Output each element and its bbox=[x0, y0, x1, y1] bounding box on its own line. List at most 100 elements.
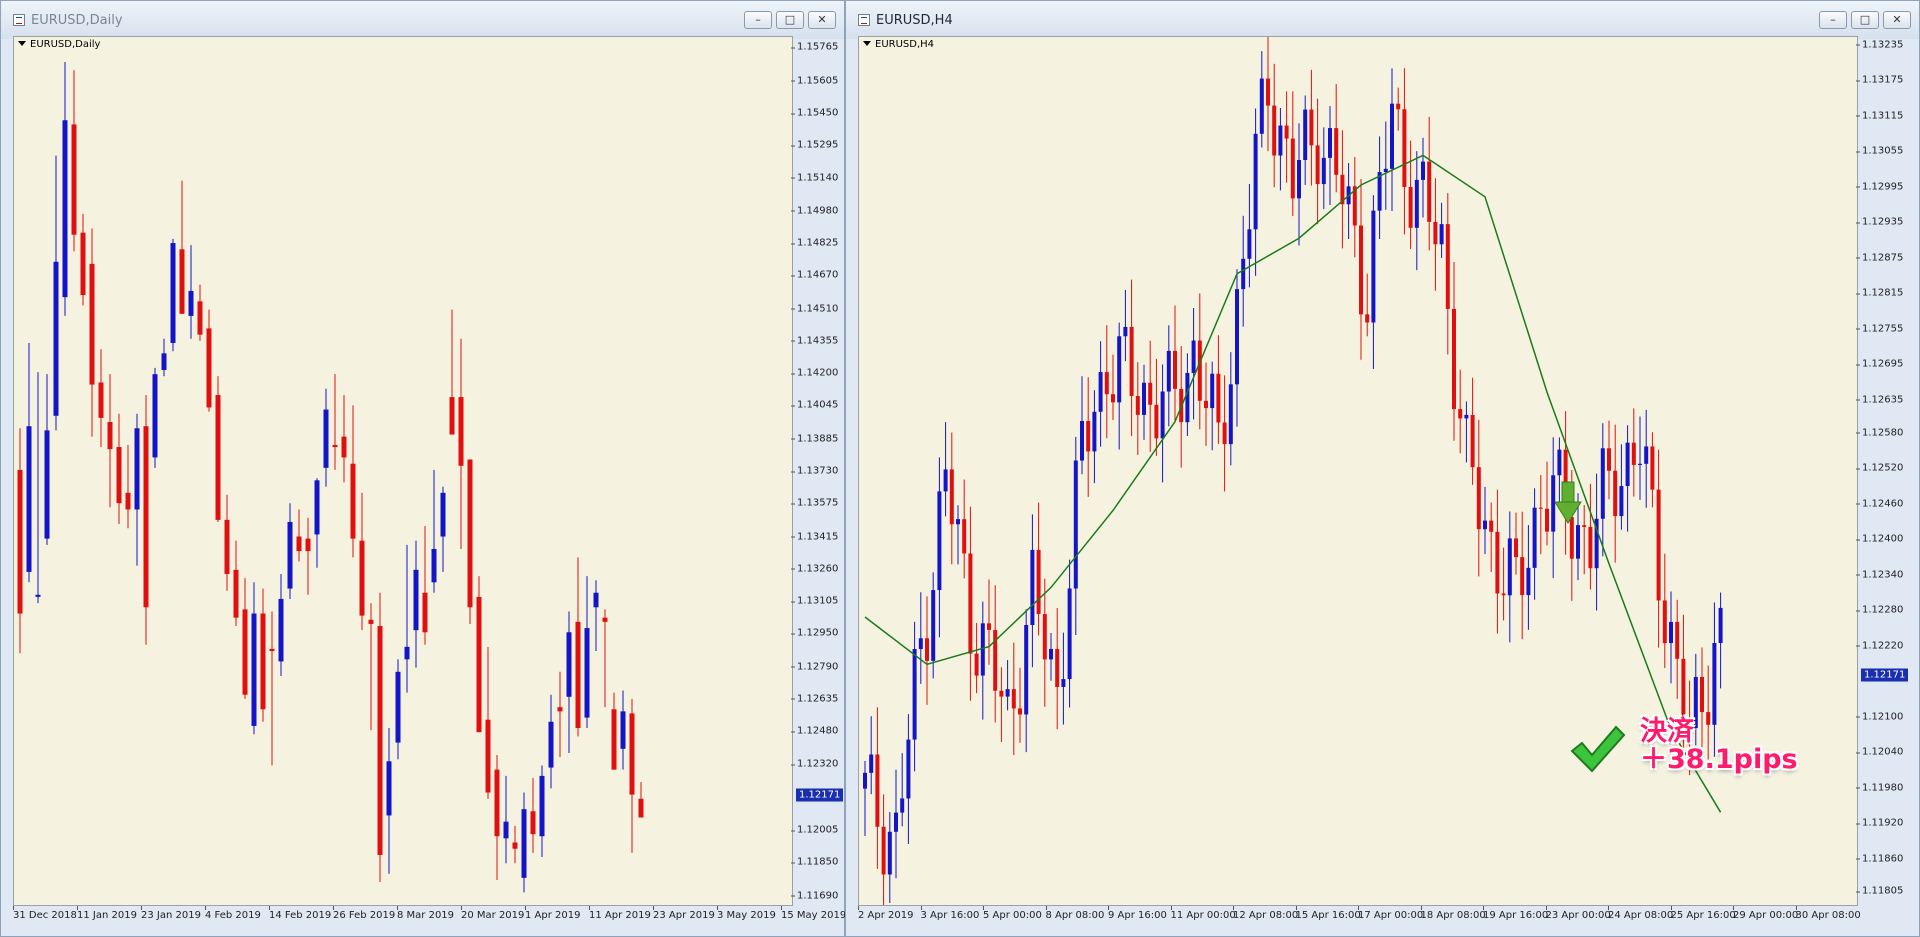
close-button[interactable]: ✕ bbox=[1883, 11, 1911, 29]
time-axis[interactable]: 31 Dec 2018 11 Jan 2019 23 Jan 2019 4 Feb 2… bbox=[13, 906, 847, 927]
time-tick: 9 Apr 16:00 bbox=[1108, 906, 1167, 921]
candle bbox=[269, 611, 275, 766]
price-tick: 1.14825 bbox=[790, 237, 839, 249]
title-bar[interactable]: EURUSD,Daily – □ ✕ bbox=[1, 1, 844, 39]
candle bbox=[197, 284, 203, 341]
time-tick: 18 Apr 08:00 bbox=[1420, 906, 1486, 921]
price-tick: 1.12950 bbox=[790, 627, 839, 639]
candle bbox=[404, 544, 410, 693]
price-axis[interactable]: 1.13235 1.13175 1.13115 1.13055 1.12995 1.129… bbox=[1855, 36, 1920, 906]
candle bbox=[1117, 322, 1122, 450]
candle bbox=[584, 576, 590, 729]
candle bbox=[1402, 68, 1407, 235]
time-tick: 30 Apr 08:00 bbox=[1795, 906, 1861, 921]
time-tick: 3 Apr 16:00 bbox=[920, 906, 980, 921]
candle bbox=[116, 413, 122, 525]
candle bbox=[1452, 262, 1456, 441]
candle bbox=[1439, 202, 1444, 258]
window-title: EURUSD,H4 bbox=[876, 13, 953, 28]
time-tick: 23 Apr 00:00 bbox=[1545, 906, 1611, 921]
price-tick: 1.11850 bbox=[790, 856, 839, 868]
candle bbox=[1290, 91, 1295, 216]
price-tick: 1.15605 bbox=[790, 75, 839, 87]
price-tick: 1.14355 bbox=[790, 335, 839, 347]
price-axis[interactable]: 1.15765 1.15605 1.15450 1.15295 1.15140 1.149… bbox=[790, 36, 845, 906]
candle bbox=[937, 457, 942, 638]
candle bbox=[1160, 364, 1165, 483]
candle bbox=[1259, 51, 1264, 148]
price-tick: 1.15450 bbox=[790, 107, 839, 119]
candle bbox=[912, 621, 917, 772]
h4-chart-plot[interactable]: EURUSD,H4 bbox=[858, 36, 1858, 906]
time-axis[interactable]: 2 Apr 2019 3 Apr 16:00 5 Apr 00:00 8 Apr 08… bbox=[858, 906, 1861, 927]
minimize-button[interactable]: – bbox=[744, 11, 772, 29]
time-tick: 2 Apr 2019 bbox=[858, 906, 914, 921]
candle bbox=[1061, 632, 1066, 725]
candle bbox=[1346, 163, 1351, 240]
minimize-button[interactable]: – bbox=[1819, 11, 1847, 29]
close-position-note: 決済 ＋38.1pips bbox=[1640, 718, 1798, 774]
price-tick: 1.12790 bbox=[790, 661, 839, 673]
candle bbox=[869, 716, 874, 795]
candle bbox=[44, 374, 50, 545]
candle bbox=[962, 479, 967, 579]
time-tick: 20 Mar 2019 bbox=[461, 906, 525, 921]
maximize-button[interactable]: □ bbox=[1851, 11, 1879, 29]
time-tick: 15 May 2019 bbox=[781, 906, 847, 921]
candle bbox=[242, 578, 248, 699]
candle bbox=[1303, 95, 1308, 185]
candle bbox=[341, 394, 347, 483]
candle bbox=[1458, 369, 1463, 454]
candle bbox=[1148, 340, 1153, 452]
candle bbox=[566, 611, 572, 753]
candle bbox=[1067, 559, 1072, 708]
daily-chart-plot[interactable]: EURUSD,Daily bbox=[13, 36, 793, 906]
candle bbox=[395, 659, 401, 760]
candle bbox=[1204, 362, 1208, 446]
price-tick: 1.13885 bbox=[790, 433, 839, 445]
maximize-button[interactable]: □ bbox=[776, 11, 804, 29]
time-tick: 11 Jan 2019 bbox=[77, 906, 137, 921]
candle bbox=[1390, 68, 1394, 212]
candle bbox=[620, 690, 626, 770]
candle bbox=[980, 601, 985, 720]
candle bbox=[1650, 432, 1655, 508]
candle bbox=[1383, 121, 1388, 210]
title-bar[interactable]: EURUSD,H4 – □ ✕ bbox=[846, 1, 1919, 39]
moving-average-line bbox=[864, 154, 1722, 813]
candle bbox=[1166, 325, 1171, 427]
time-tick: 23 Jan 2019 bbox=[141, 906, 201, 921]
close-button[interactable]: ✕ bbox=[808, 11, 836, 29]
candle bbox=[539, 765, 545, 858]
price-tick: 1.13575 bbox=[790, 497, 839, 509]
chart-window-icon bbox=[13, 14, 25, 26]
price-tick: 1.13730 bbox=[790, 465, 839, 477]
candle bbox=[71, 70, 77, 252]
candle bbox=[1588, 483, 1593, 590]
price-tick: 1.12460 bbox=[1855, 498, 1904, 510]
minimize-icon: – bbox=[755, 13, 761, 26]
candle bbox=[224, 494, 230, 591]
price-tick: 1.12580 bbox=[1855, 427, 1904, 439]
chart-window-daily[interactable]: EURUSD,Daily – □ ✕ EURUSD,Daily 1.15765 1… bbox=[0, 0, 847, 937]
candle bbox=[134, 413, 140, 566]
candle bbox=[386, 728, 392, 874]
chart-window-h4[interactable]: EURUSD,H4 – □ ✕ EURUSD,H4 1.13235 1.13175… bbox=[845, 0, 1920, 937]
candle bbox=[1421, 137, 1425, 218]
candle bbox=[476, 576, 482, 733]
candle bbox=[993, 585, 998, 723]
candle bbox=[894, 769, 898, 879]
price-tick: 1.12520 bbox=[1855, 462, 1904, 474]
candle bbox=[593, 580, 599, 651]
time-tick: 15 Apr 16:00 bbox=[1295, 906, 1361, 921]
candle bbox=[1489, 502, 1494, 572]
candle bbox=[1656, 449, 1661, 648]
candle bbox=[1328, 106, 1332, 206]
candle bbox=[1340, 130, 1345, 249]
note-line1: 決済 bbox=[1640, 716, 1694, 747]
candle bbox=[1613, 424, 1618, 563]
price-tick: 1.12635 bbox=[790, 693, 839, 705]
price-tick: 1.12635 bbox=[1855, 394, 1904, 406]
candle bbox=[1142, 364, 1146, 440]
maximize-icon: □ bbox=[784, 13, 796, 26]
